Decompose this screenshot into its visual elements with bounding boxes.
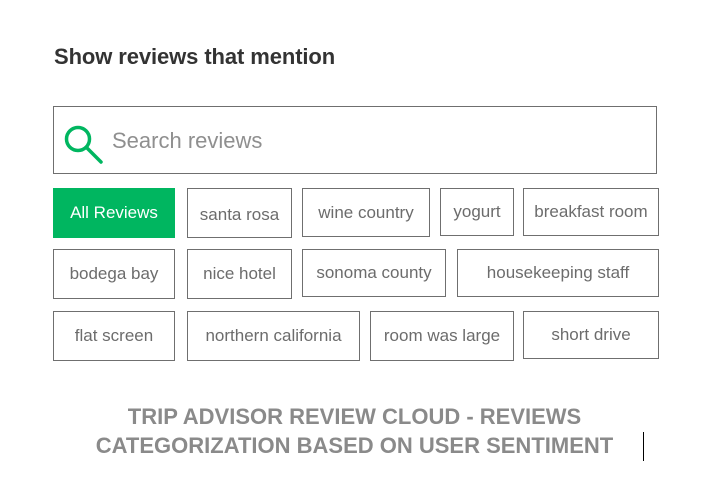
filter-tag-label: room was large bbox=[383, 326, 501, 345]
filter-tag-all-reviews[interactable]: All Reviews bbox=[53, 188, 175, 238]
search-input[interactable] bbox=[112, 123, 632, 159]
filter-tag-label: santa rosa bbox=[199, 205, 280, 224]
filter-tag-northern-california[interactable]: northern california bbox=[187, 311, 360, 361]
filter-tag-label: flat screen bbox=[74, 326, 154, 345]
filter-tag-bodega-bay[interactable]: bodega bay bbox=[53, 249, 175, 299]
filter-tag-label: northern california bbox=[205, 326, 342, 345]
caption-line-2: CATEGORIZATION BASED ON USER SENTIMENT bbox=[95, 433, 614, 458]
filter-tag-label: wine country bbox=[318, 202, 414, 222]
filter-tag-housekeeping-staff[interactable]: housekeeping staff bbox=[457, 249, 659, 297]
filter-tag-label: breakfast room bbox=[534, 202, 648, 221]
filter-tag-label: housekeeping staff bbox=[486, 263, 630, 282]
filter-tag-label: bodega bay bbox=[69, 264, 159, 283]
text-cursor bbox=[643, 432, 644, 461]
filter-tag-label: All Reviews bbox=[70, 203, 158, 222]
filter-tag-sonoma-county[interactable]: sonoma county bbox=[302, 249, 446, 297]
section-heading: Show reviews that mention bbox=[54, 44, 336, 69]
filter-tag-flat-screen[interactable]: flat screen bbox=[53, 311, 175, 361]
search-box[interactable] bbox=[53, 106, 657, 174]
filter-tag-label: yogurt bbox=[453, 202, 501, 221]
filter-tag-yogurt[interactable]: yogurt bbox=[440, 188, 514, 236]
filter-tag-label: nice hotel bbox=[203, 264, 276, 283]
caption-line-1: TRIP ADVISOR REVIEW CLOUD - REVIEWS bbox=[127, 404, 582, 429]
filter-tag-breakfast-room[interactable]: breakfast room bbox=[523, 188, 659, 236]
filter-tag-label: short drive bbox=[551, 325, 631, 344]
filter-tag-room-was-large[interactable]: room was large bbox=[370, 311, 514, 361]
filter-tag-santa-rosa[interactable]: santa rosa bbox=[187, 188, 292, 238]
filter-tag-short-drive[interactable]: short drive bbox=[523, 311, 659, 359]
search-icon[interactable] bbox=[62, 123, 106, 167]
filter-tag-wine-country[interactable]: wine country bbox=[302, 188, 430, 237]
filter-tag-nice-hotel[interactable]: nice hotel bbox=[187, 249, 292, 299]
filter-tag-label: sonoma county bbox=[316, 263, 432, 282]
caption: TRIP ADVISOR REVIEW CLOUD - REVIEWS CATE… bbox=[0, 402, 709, 460]
